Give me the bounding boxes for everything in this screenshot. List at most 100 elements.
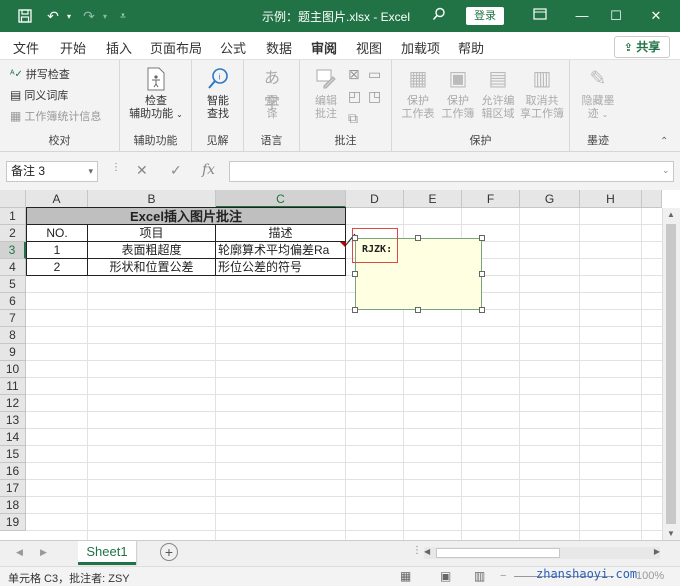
row-header[interactable]: 2	[0, 225, 26, 242]
resize-handle[interactable]	[352, 307, 358, 313]
resize-handle[interactable]	[352, 235, 358, 241]
undo-dropdown-icon[interactable]: ▾	[58, 5, 80, 27]
table-header-no[interactable]: NO.	[27, 225, 87, 242]
allow-edit-ranges-button[interactable]: ▤ 允许编 辑区域	[478, 66, 518, 121]
row-header[interactable]: 15	[0, 446, 26, 463]
row-header[interactable]: 12	[0, 395, 26, 412]
chevron-down-icon[interactable]: ▾	[88, 162, 93, 181]
delete-comment-icon[interactable]: ⊠	[348, 66, 360, 83]
page-break-view-icon[interactable]: ▥	[474, 569, 485, 583]
table-title[interactable]: Excel插入图片批注	[27, 208, 345, 225]
row-header[interactable]: 6	[0, 293, 26, 310]
column-header-c[interactable]: C	[216, 190, 346, 208]
protect-sheet-button[interactable]: ▦ 保护 工作表	[398, 66, 438, 121]
page-layout-view-icon[interactable]: ▣	[440, 569, 451, 583]
row-header[interactable]: 16	[0, 463, 26, 480]
tab-formulas[interactable]: 公式	[220, 38, 246, 57]
resize-handle[interactable]	[352, 271, 358, 277]
next-comment-icon[interactable]: ◳	[368, 88, 381, 105]
add-sheet-icon[interactable]: +	[160, 543, 178, 561]
workbook-stats-button[interactable]: ▦ 工作簿统计信息	[10, 108, 101, 124]
tab-page-layout[interactable]: 页面布局	[150, 38, 202, 57]
show-all-comments-icon[interactable]: ⧉	[348, 110, 358, 127]
row-header[interactable]: 17	[0, 480, 26, 497]
ribbon-display-icon[interactable]	[528, 4, 552, 28]
scroll-thumb[interactable]	[666, 224, 676, 524]
tab-file[interactable]: 文件	[13, 38, 39, 57]
translate-button[interactable]: あ字 翻 译	[250, 66, 294, 121]
table-cell-c3[interactable]: 轮廓算术平均偏差Ra	[218, 242, 344, 259]
login-button[interactable]: 登录	[466, 7, 504, 25]
tab-help[interactable]: 帮助	[458, 38, 484, 57]
row-header[interactable]: 5	[0, 276, 26, 293]
row-header[interactable]: 3	[0, 242, 26, 259]
maximize-icon[interactable]: ☐	[604, 4, 628, 28]
column-header-d[interactable]: D	[346, 190, 404, 208]
table-cell[interactable]: 形状和位置公差	[88, 259, 215, 276]
spell-check-button[interactable]: ᴬ✓ 拼写检查	[10, 66, 70, 82]
insert-function-icon[interactable]: fx	[202, 162, 215, 178]
row-header[interactable]: 4	[0, 259, 26, 276]
column-header-b[interactable]: B	[88, 190, 216, 208]
check-accessibility-button[interactable]: 检查 辅助功能 ⌄	[126, 66, 186, 121]
unshare-workbook-button[interactable]: ▥ 取消共 享工作簿	[518, 66, 566, 121]
tab-review[interactable]: 审阅	[311, 38, 338, 63]
resize-handle[interactable]	[415, 307, 421, 313]
table-cell[interactable]: 表面粗超度	[88, 242, 215, 259]
normal-view-icon[interactable]: ▦	[400, 569, 411, 583]
zoom-out-icon[interactable]: −	[500, 570, 506, 582]
resize-handle[interactable]	[415, 235, 421, 241]
cancel-icon[interactable]: ✕	[136, 162, 148, 179]
table-cell[interactable]: 形位公差的符号	[218, 259, 344, 276]
row-header[interactable]: 7	[0, 310, 26, 327]
row-header[interactable]: 19	[0, 514, 26, 531]
close-icon[interactable]: ✕	[644, 4, 668, 28]
table-header-desc[interactable]: 描述	[216, 225, 345, 242]
hide-ink-button[interactable]: ✎ 隐藏墨 迹 ⌄	[574, 66, 622, 121]
scroll-down-icon[interactable]: ▼	[667, 529, 675, 538]
row-header[interactable]: 8	[0, 327, 26, 344]
enter-icon[interactable]: ✓	[170, 162, 182, 179]
tab-insert[interactable]: 插入	[106, 38, 132, 57]
smart-lookup-button[interactable]: i 智能 查找	[196, 66, 240, 121]
select-all-corner[interactable]	[0, 190, 26, 208]
scroll-left-icon[interactable]: ◀	[424, 547, 430, 556]
row-header[interactable]: 13	[0, 412, 26, 429]
row-header[interactable]: 10	[0, 361, 26, 378]
horizontal-scroll-thumb[interactable]	[436, 548, 560, 558]
tab-scroll-left-icon[interactable]: ◀	[16, 547, 23, 558]
tab-addins[interactable]: 加载项	[401, 38, 440, 57]
resize-handle[interactable]	[479, 235, 485, 241]
column-header-g[interactable]: G	[520, 190, 580, 208]
name-box[interactable]: 备注 3 ▾	[6, 161, 98, 182]
sheet-tab-sheet1[interactable]: Sheet1	[78, 541, 136, 565]
previous-comment-icon[interactable]: ◰	[348, 88, 361, 105]
scroll-right-icon[interactable]: ▶	[654, 547, 660, 556]
horizontal-scrollbar[interactable]: ◀ ▶	[424, 547, 660, 559]
customize-toolbar-icon[interactable]: ⩡	[112, 5, 134, 27]
save-icon[interactable]	[14, 5, 36, 27]
tab-view[interactable]: 视图	[356, 38, 382, 57]
expand-formula-bar-icon[interactable]: ⌄	[662, 165, 670, 176]
worksheet-grid[interactable]: A B C D E F G H 1 2 3 4 5 6 7 8 9 10 11 …	[0, 190, 680, 540]
column-header-a[interactable]: A	[26, 190, 88, 208]
share-button[interactable]: ⇪ 共享	[614, 36, 670, 58]
row-header[interactable]: 14	[0, 429, 26, 446]
collapse-ribbon-icon[interactable]: ⌃	[660, 136, 668, 147]
resize-handle[interactable]	[479, 271, 485, 277]
row-header[interactable]: 9	[0, 344, 26, 361]
table-cell[interactable]: 2	[27, 259, 87, 276]
resize-handle[interactable]	[479, 307, 485, 313]
scroll-up-icon[interactable]: ▲	[667, 210, 675, 219]
protect-workbook-button[interactable]: ▣ 保护 工作簿	[438, 66, 478, 121]
table-header-item[interactable]: 项目	[88, 225, 215, 242]
tab-home[interactable]: 开始	[60, 38, 86, 57]
column-header-h[interactable]: H	[580, 190, 642, 208]
column-header-e[interactable]: E	[404, 190, 462, 208]
tab-data[interactable]: 数据	[266, 38, 292, 57]
vertical-scrollbar[interactable]: ▲ ▼	[662, 208, 680, 540]
zoom-level[interactable]: 100%	[636, 570, 664, 582]
table-cell[interactable]: 1	[27, 242, 87, 259]
row-header[interactable]: 18	[0, 497, 26, 514]
minimize-icon[interactable]: —	[570, 4, 594, 28]
